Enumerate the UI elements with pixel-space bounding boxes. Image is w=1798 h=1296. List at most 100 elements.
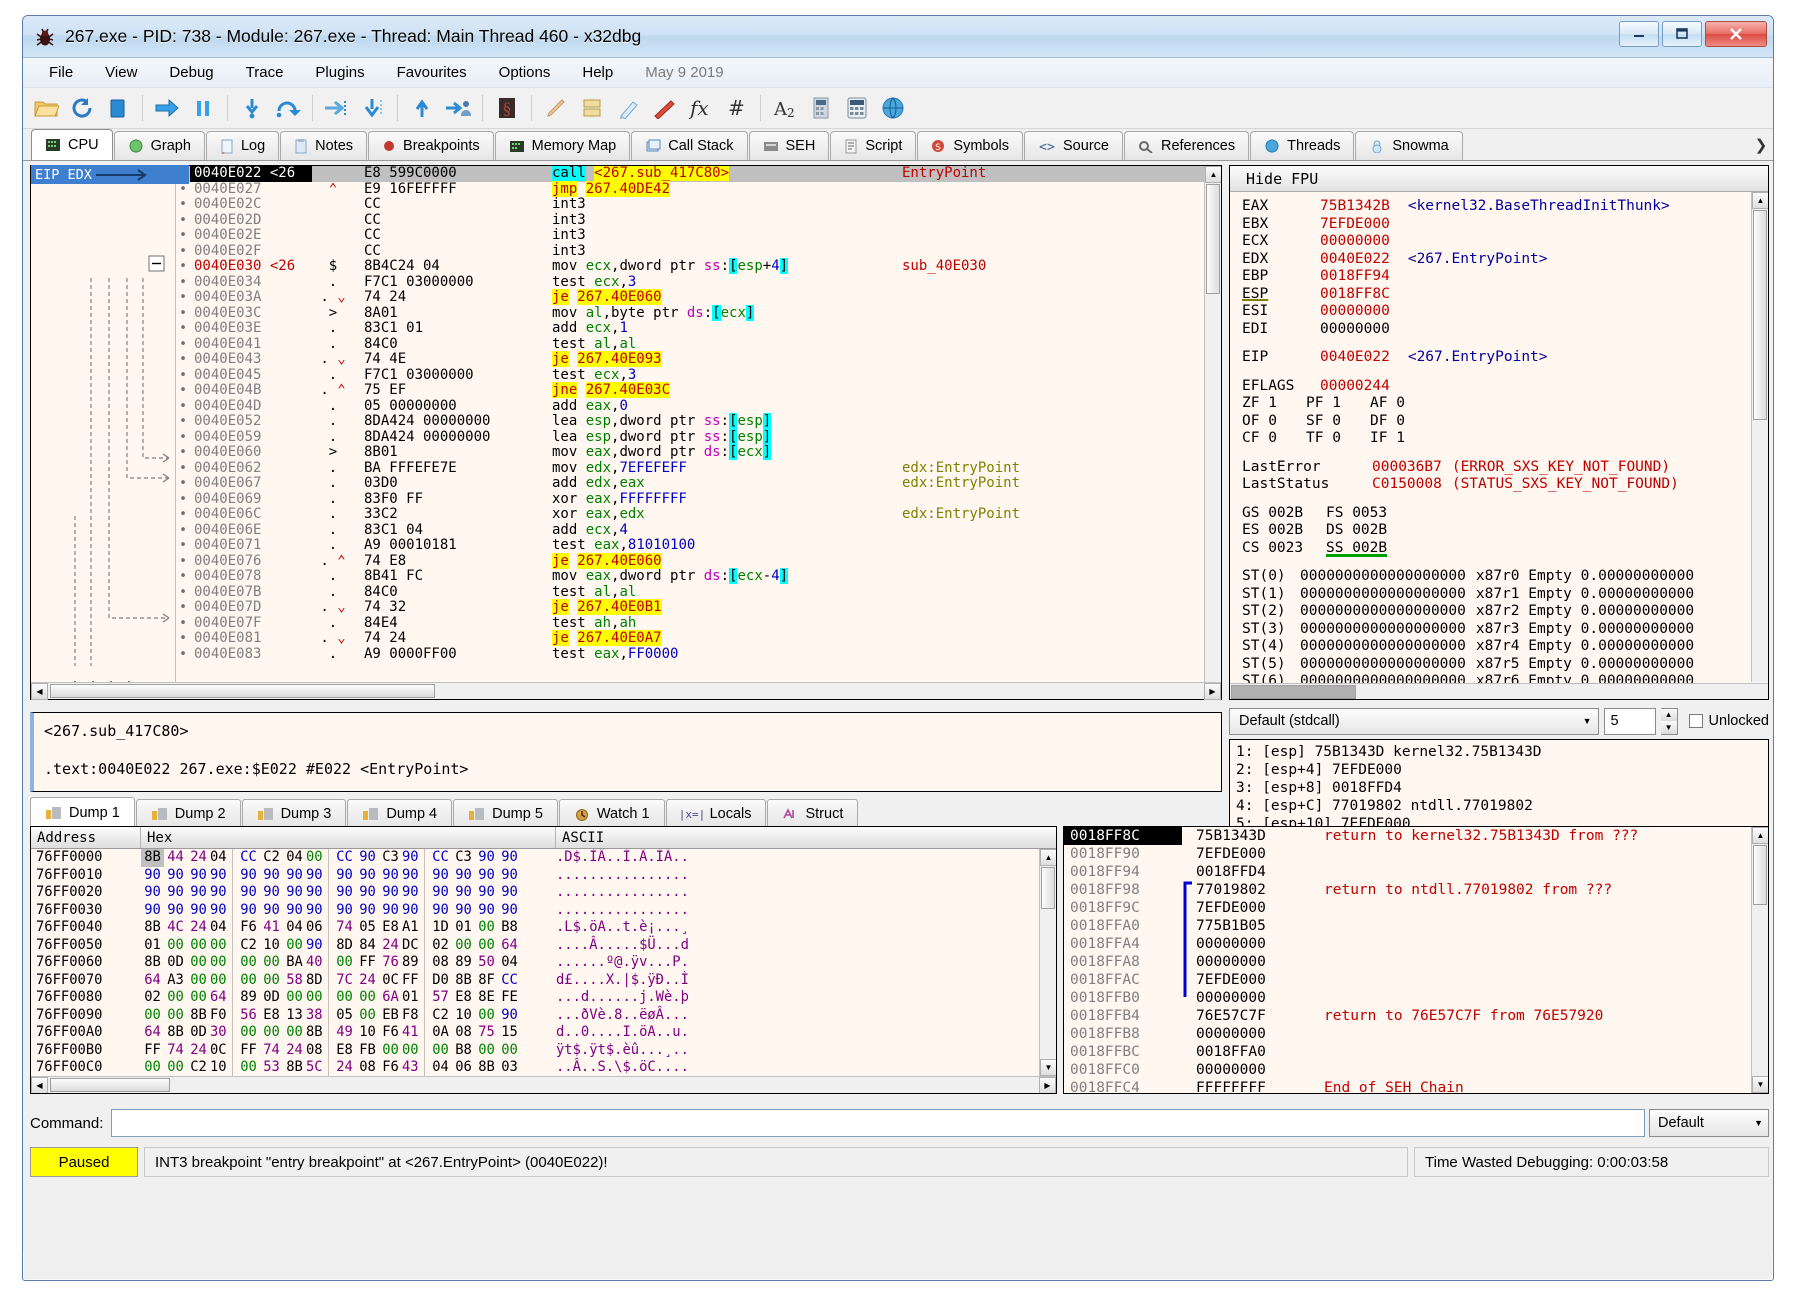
fpu-row[interactable]: ST(4)0000000000000000000x87r4 Empty 0.00… bbox=[1242, 638, 1768, 656]
register-ecx[interactable]: ECX00000000 bbox=[1242, 233, 1768, 251]
dump-header-hex[interactable]: Hex bbox=[141, 827, 556, 848]
disassembly-row[interactable]: •0040E07F.84E4test ah,ah bbox=[176, 616, 1221, 632]
scroll-down-button[interactable]: ▼ bbox=[1040, 1059, 1056, 1076]
breakpoint-dot[interactable]: • bbox=[176, 321, 190, 337]
dump-hex[interactable]: 64A300000000588D7C240CFFD08B8FCC bbox=[141, 972, 556, 990]
calculator-icon[interactable] bbox=[840, 92, 874, 124]
disassembly-row[interactable]: •0040E030 <26$8B4C24 04mov ecx,dword ptr… bbox=[176, 259, 1221, 275]
hscroll-thumb[interactable] bbox=[1231, 685, 1356, 699]
breakpoint-dot[interactable]: • bbox=[176, 538, 190, 554]
disassembly-row[interactable]: •0040E04D.05 00000000add eax,0 bbox=[176, 399, 1221, 415]
stack-value[interactable]: 7EFDE000 bbox=[1182, 971, 1310, 989]
font-icon[interactable]: A2 bbox=[768, 92, 802, 124]
stack-row[interactable]: 0018FF8C75B1343Dreturn to kernel32.75B13… bbox=[1064, 827, 1768, 845]
dump-horizontal-scrollbar[interactable]: ◀ ▶ bbox=[31, 1076, 1056, 1093]
run-to-user-icon[interactable] bbox=[441, 92, 475, 124]
stack-row[interactable]: 0018FF907EFDE000 bbox=[1064, 845, 1768, 863]
scroll-up-button[interactable]: ▲ bbox=[1752, 192, 1768, 209]
scroll-right-button[interactable]: ▶ bbox=[1039, 1077, 1056, 1093]
fpu-row[interactable]: ST(2)0000000000000000000x87r2 Empty 0.00… bbox=[1242, 603, 1768, 621]
register-value[interactable]: 00000000 bbox=[1320, 303, 1390, 319]
dump-hex[interactable]: 90909090909090909090909090909090 bbox=[141, 902, 556, 920]
register-value[interactable]: 0040E022 bbox=[1320, 251, 1390, 267]
flag-item[interactable]: SF 0 bbox=[1306, 413, 1370, 431]
dump-tab-5[interactable]: Dump 5 bbox=[453, 799, 558, 827]
hscroll-thumb[interactable] bbox=[50, 1078, 170, 1092]
disassembly-row[interactable]: •0040E02DCCint3 bbox=[176, 213, 1221, 229]
flag-item[interactable]: TF 0 bbox=[1306, 430, 1370, 448]
scroll-thumb[interactable] bbox=[1206, 184, 1220, 294]
disassembly-row[interactable]: •0040E022 <26E8 599C0000call <267.sub_41… bbox=[176, 166, 1221, 182]
register-value[interactable]: 00000000 bbox=[1320, 233, 1390, 249]
stack-value[interactable]: 76E57C7F bbox=[1182, 1007, 1310, 1025]
restart-icon[interactable] bbox=[65, 92, 99, 124]
dump-row[interactable]: 76FF00A0648B0D300000008B4910F6410A087515… bbox=[31, 1024, 1056, 1042]
stack-value[interactable]: 00000000 bbox=[1182, 935, 1310, 953]
argument-row[interactable]: 2: [esp+4] 7EFDE000 bbox=[1236, 761, 1768, 779]
breakpoint-dot[interactable]: • bbox=[176, 197, 190, 213]
dump-row[interactable]: 76FF008002000064890D000000006A0157E88EFE… bbox=[31, 989, 1056, 1007]
dump-row[interactable]: 76FF002090909090909090909090909090909090… bbox=[31, 884, 1056, 902]
disassembly-horizontal-scrollbar[interactable]: ◀ ▶ bbox=[31, 682, 1221, 699]
register-value[interactable]: 00000000 bbox=[1320, 321, 1390, 337]
flag-item[interactable]: PF 1 bbox=[1306, 395, 1370, 413]
argument-row[interactable]: 4: [esp+C] 77019802 ntdll.77019802 bbox=[1236, 797, 1768, 815]
disassembly-row[interactable]: •0040E03C>8A01mov al,byte ptr ds:[ecx] bbox=[176, 306, 1221, 322]
disassembly-vertical-scrollbar[interactable]: ▲ ▼ bbox=[1204, 166, 1221, 699]
run-icon[interactable] bbox=[150, 92, 184, 124]
tab-graph[interactable]: Graph bbox=[114, 131, 205, 160]
disassembly-row[interactable]: •0040E07D. ⌄74 32je 267.40E0B1 bbox=[176, 600, 1221, 616]
breakpoint-dot[interactable]: • bbox=[176, 368, 190, 384]
stack-row[interactable]: 0018FFA400000000 bbox=[1064, 935, 1768, 953]
tab-notes[interactable]: Notes bbox=[280, 131, 367, 160]
flag-item[interactable]: ZF 1 bbox=[1242, 395, 1306, 413]
menu-help[interactable]: Help bbox=[566, 60, 629, 85]
stack-row[interactable]: 0018FFA800000000 bbox=[1064, 953, 1768, 971]
register-esp[interactable]: ESP0018FF8C bbox=[1242, 286, 1768, 304]
disassembly-rows-container[interactable]: •0040E022 <26E8 599C0000call <267.sub_41… bbox=[31, 166, 1221, 699]
calling-convention-select[interactable]: Default (stdcall) ▼ bbox=[1229, 708, 1599, 735]
stack-row[interactable]: 0018FFC000000000 bbox=[1064, 1061, 1768, 1079]
disassembly-row[interactable]: •0040E06C.33C2xor eax,edxedx:EntryPoint bbox=[176, 507, 1221, 523]
menu-file[interactable]: File bbox=[33, 60, 89, 85]
segment-item[interactable]: ES 002B bbox=[1242, 522, 1326, 540]
disassembly-row[interactable]: •0040E078.8B41 FCmov eax,dword ptr ds:[e… bbox=[176, 569, 1221, 585]
register-value[interactable]: 0040E022 bbox=[1320, 349, 1390, 365]
dump-row[interactable]: 76FF00008B442404CCC20400CC90C390CCC39090… bbox=[31, 849, 1056, 867]
breakpoint-dot[interactable]: • bbox=[176, 445, 190, 461]
stack-value[interactable]: 7EFDE000 bbox=[1182, 899, 1310, 917]
flags-row[interactable]: CF 0TF 0IF 1 bbox=[1242, 430, 1768, 448]
tab-breakpoints[interactable]: Breakpoints bbox=[368, 131, 494, 160]
menu-options[interactable]: Options bbox=[483, 60, 567, 85]
disassembly-row[interactable]: •0040E06E.83C1 04add ecx,4 bbox=[176, 523, 1221, 539]
disassembly-row[interactable]: •0040E083.A9 0000FF00test eax,FF0000 bbox=[176, 647, 1221, 663]
dump-tab-3[interactable]: Dump 3 bbox=[242, 799, 347, 827]
tab-references[interactable]: References bbox=[1124, 131, 1249, 160]
skip-icon[interactable]: § bbox=[490, 92, 524, 124]
flags-row[interactable]: OF 0SF 0DF 0 bbox=[1242, 413, 1768, 431]
disassembly-row[interactable]: •0040E02ECCint3 bbox=[176, 228, 1221, 244]
breakpoint-dot[interactable]: • bbox=[176, 275, 190, 291]
disassembly-row[interactable]: •0040E04B. ⌃75 EFjne 267.40E03C bbox=[176, 383, 1221, 399]
dump-hex[interactable]: 8B4C2404F64104067405E8A11D0100B8 bbox=[141, 919, 556, 937]
disassembly-row[interactable]: •0040E02FCCint3 bbox=[176, 244, 1221, 260]
disassembly-row[interactable]: •0040E076. ⌃74 E8je 267.40E060 bbox=[176, 554, 1221, 570]
disassembly-row[interactable]: •0040E071.A9 00010181test eax,81010100 bbox=[176, 538, 1221, 554]
breakpoint-dot[interactable]: • bbox=[176, 476, 190, 492]
pause-icon[interactable] bbox=[186, 92, 220, 124]
scroll-right-button[interactable]: ▶ bbox=[1204, 683, 1221, 700]
stack-value[interactable]: 00000000 bbox=[1182, 953, 1310, 971]
bookmark-icon[interactable] bbox=[647, 92, 681, 124]
dump-row[interactable]: 76FF005001000000C21000908D8424DC02000064… bbox=[31, 937, 1056, 955]
hide-fpu-button[interactable]: Hide FPU bbox=[1230, 166, 1768, 192]
flag-item[interactable]: OF 0 bbox=[1242, 413, 1306, 431]
dump-tab-2[interactable]: Dump 2 bbox=[136, 799, 241, 827]
log-icon[interactable] bbox=[575, 92, 609, 124]
flag-item[interactable]: CF 0 bbox=[1242, 430, 1306, 448]
disassembly-row[interactable]: •0040E03A. ⌄74 24je 267.40E060 bbox=[176, 290, 1221, 306]
fpu-row[interactable]: ST(5)0000000000000000000x87r5 Empty 0.00… bbox=[1242, 656, 1768, 674]
register-value[interactable]: 0018FF94 bbox=[1320, 268, 1390, 284]
open-icon[interactable] bbox=[29, 92, 63, 124]
breakpoint-dot[interactable]: • bbox=[176, 461, 190, 477]
fpu-value[interactable]: 0000000000000000000 bbox=[1300, 638, 1466, 654]
